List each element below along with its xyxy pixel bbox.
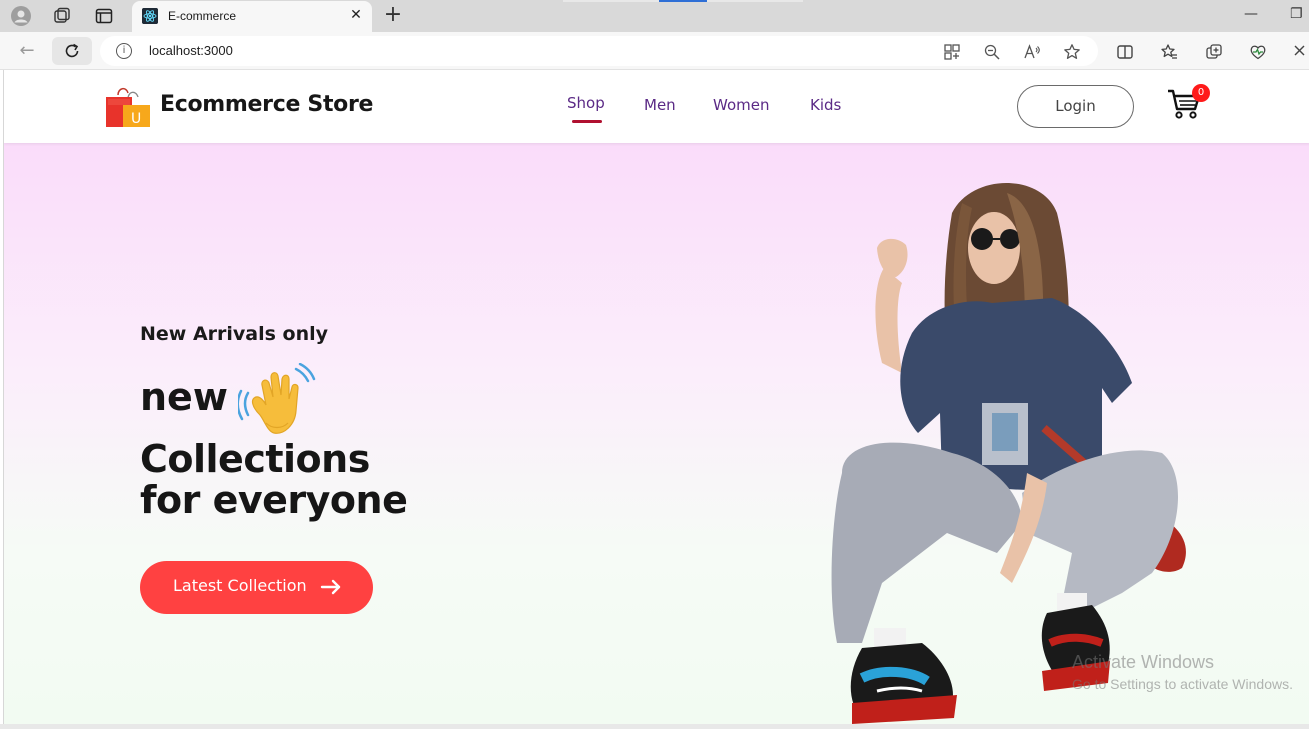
favorites-icon[interactable] bbox=[1160, 43, 1178, 61]
reload-button[interactable] bbox=[52, 37, 92, 65]
close-icon[interactable]: ✕ bbox=[348, 7, 364, 23]
hero-tagline: New Arrivals only bbox=[140, 323, 329, 345]
minimize-button[interactable]: — bbox=[1244, 6, 1258, 22]
login-button[interactable]: Login bbox=[1017, 85, 1134, 128]
tab-actions-icon[interactable] bbox=[94, 6, 114, 26]
hero-headline-line1: Collections bbox=[140, 437, 370, 481]
logo-letter: U bbox=[131, 111, 141, 127]
hero-headline-new: new bbox=[140, 375, 228, 419]
performance-icon[interactable] bbox=[1249, 43, 1267, 61]
workspaces-icon[interactable] bbox=[52, 6, 72, 26]
waving-hand-icon bbox=[238, 363, 316, 434]
active-tab[interactable]: E-commerce ✕ bbox=[132, 1, 372, 32]
apps-icon[interactable] bbox=[943, 43, 961, 61]
split-screen-icon[interactable] bbox=[1116, 43, 1134, 61]
read-aloud-icon[interactable] bbox=[1023, 43, 1041, 61]
hero-model-image bbox=[831, 183, 1186, 724]
sidebar-toggle-icon[interactable] bbox=[1292, 43, 1309, 61]
nav-kids[interactable]: Kids bbox=[810, 96, 841, 114]
active-nav-underline bbox=[572, 120, 602, 123]
hero-section: New Arrivals only new Collections for ev… bbox=[4, 143, 1309, 724]
site-navbar: U Ecommerce Store Shop Men Women Kids Lo… bbox=[4, 70, 1309, 143]
nav-shop[interactable]: Shop bbox=[567, 94, 605, 112]
loading-progress bbox=[563, 0, 803, 2]
page-viewport: U Ecommerce Store Shop Men Women Kids Lo… bbox=[3, 70, 1309, 724]
cta-label: Latest Collection bbox=[173, 576, 307, 595]
nav-women[interactable]: Women bbox=[713, 96, 769, 114]
brand-name[interactable]: Ecommerce Store bbox=[160, 92, 373, 117]
collections-icon[interactable] bbox=[1205, 43, 1223, 61]
url-text[interactable]: localhost:3000 bbox=[149, 43, 233, 58]
tab-title: E-commerce bbox=[168, 9, 237, 23]
window-bottom-edge bbox=[0, 724, 1309, 729]
cart-count-badge: 0 bbox=[1192, 84, 1210, 102]
zoom-icon[interactable] bbox=[983, 43, 1001, 61]
profile-icon[interactable] bbox=[11, 6, 31, 26]
arrow-right-icon bbox=[320, 579, 341, 595]
new-tab-button[interactable]: + bbox=[382, 4, 404, 27]
restore-button[interactable]: ❐ bbox=[1290, 6, 1303, 22]
browser-toolbar: ← i localhost:3000 bbox=[0, 32, 1309, 70]
react-favicon bbox=[142, 8, 158, 24]
shopping-bag-logo: U bbox=[106, 87, 150, 127]
address-field[interactable]: i localhost:3000 bbox=[100, 36, 1098, 66]
hero-headline-line2: for everyone bbox=[140, 478, 408, 522]
back-button[interactable]: ← bbox=[16, 40, 38, 62]
activate-windows-title: Activate Windows bbox=[1072, 652, 1215, 672]
favorite-icon[interactable] bbox=[1063, 43, 1081, 61]
latest-collection-button[interactable]: Latest Collection bbox=[140, 561, 373, 614]
reload-icon bbox=[65, 43, 79, 58]
info-icon[interactable]: i bbox=[116, 43, 132, 59]
nav-men[interactable]: Men bbox=[644, 96, 676, 114]
browser-tabstrip: E-commerce ✕ + — ❐ bbox=[0, 0, 1309, 32]
activate-windows-subtitle: Go to Settings to activate Windows. bbox=[1072, 676, 1293, 692]
